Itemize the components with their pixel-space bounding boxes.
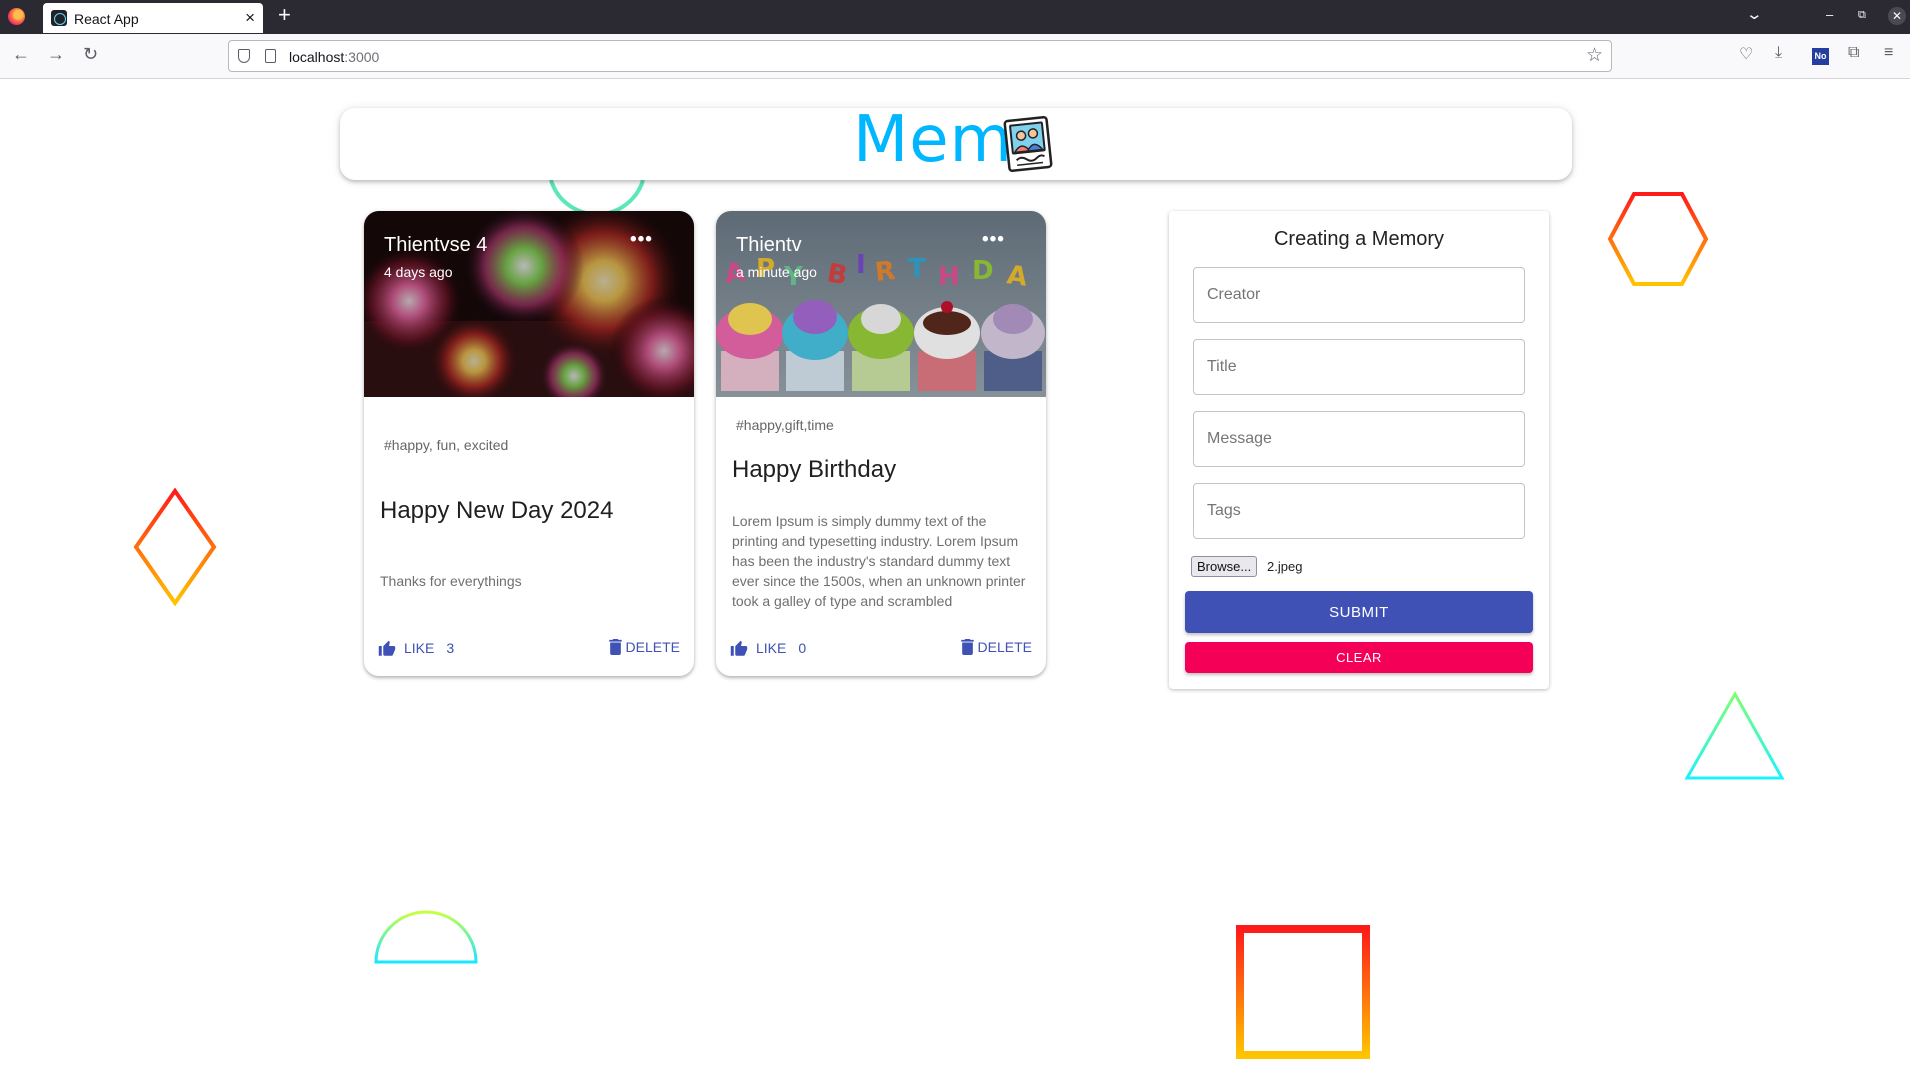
post-time: 4 days ago <box>384 264 453 280</box>
message-input[interactable] <box>1193 411 1525 467</box>
post-card: Thientvse 4 4 days ago ••• #happy, fun, … <box>364 211 694 676</box>
browser-nav-bar: ← → ↻ localhost:3000 ☆ ♡ ⤓ No ⧉ ≡ <box>0 34 1910 79</box>
square-decoration <box>1236 925 1370 1059</box>
like-count: 0 <box>798 639 807 656</box>
more-options-icon[interactable]: ••• <box>630 229 653 251</box>
bookmark-star-icon[interactable]: ☆ <box>1586 44 1603 67</box>
thumb-up-icon <box>730 640 748 656</box>
post-title: Happy Birthday <box>732 456 897 483</box>
post-message: Thanks for everythings <box>380 573 522 589</box>
thumb-up-icon <box>378 640 396 656</box>
post-creator: Thientvse 4 <box>384 234 488 256</box>
url-text[interactable]: localhost:3000 <box>289 49 379 65</box>
selected-file-name: 2.jpeg <box>1267 559 1303 574</box>
post-tags: #happy, fun, excited <box>384 437 509 453</box>
back-arrow-icon[interactable]: ← <box>12 44 30 65</box>
submit-button[interactable]: SUBMIT <box>1185 591 1533 633</box>
memories-photo-logo-icon <box>1003 115 1053 173</box>
extensions-puzzle-icon[interactable]: ⧉ <box>1848 44 1859 62</box>
like-label: LIKE <box>756 639 787 656</box>
clear-button[interactable]: CLEAR <box>1185 642 1533 673</box>
close-window-button[interactable]: ✕ <box>1888 7 1906 25</box>
post-card: A P Y B I R T H D A Thientv a minute ago… <box>716 211 1046 676</box>
hexagon-decoration <box>1607 192 1709 286</box>
menu-hamburger-icon[interactable]: ≡ <box>1884 44 1893 62</box>
post-title: Happy New Day 2024 <box>380 497 614 524</box>
like-label: LIKE <box>404 639 435 656</box>
delete-label: DELETE <box>977 639 1032 655</box>
downloads-icon[interactable]: ⤓ <box>1775 44 1782 62</box>
tags-input[interactable] <box>1193 483 1525 539</box>
post-creator: Thientv <box>736 234 802 256</box>
diamond-decoration <box>133 488 217 606</box>
react-favicon-icon <box>51 10 67 26</box>
firefox-logo-icon[interactable] <box>8 8 25 25</box>
triangle-decoration <box>1684 690 1785 780</box>
app-header: Mem <box>340 103 1572 180</box>
new-tab-button[interactable]: + <box>278 2 291 28</box>
half-circle-decoration <box>374 910 478 964</box>
tab-list-chevron-icon[interactable]: ⌄ <box>1745 5 1763 23</box>
tab-title: React App <box>74 11 139 27</box>
trash-icon <box>608 639 622 655</box>
creator-input[interactable] <box>1193 267 1525 323</box>
browser-tab[interactable]: React App × <box>43 3 263 33</box>
post-tags: #happy,gift,time <box>736 417 834 433</box>
browse-file-button[interactable]: Browse... <box>1191 556 1258 577</box>
title-input[interactable] <box>1193 339 1525 395</box>
post-image-fireworks: Thientvse 4 4 days ago ••• <box>364 211 694 397</box>
trash-icon <box>960 639 974 655</box>
delete-button[interactable]: DELETE <box>608 639 680 655</box>
extension-icon[interactable]: No <box>1812 48 1829 65</box>
post-message: Lorem Ipsum is simply dummy text of the … <box>732 513 1026 609</box>
restore-window-button[interactable]: ⧉ <box>1858 9 1866 22</box>
brand-title[interactable]: Mem <box>853 103 1013 177</box>
memory-form: Creating a Memory Browse... 2.jpeg SUBMI… <box>1169 211 1549 689</box>
forward-arrow-icon[interactable]: → <box>47 44 65 65</box>
post-time: a minute ago <box>736 264 817 280</box>
tracking-shield-icon[interactable] <box>238 49 250 63</box>
like-count: 3 <box>446 639 455 656</box>
pocket-icon[interactable]: ♡ <box>1739 44 1753 64</box>
close-tab-icon[interactable]: × <box>245 8 255 28</box>
like-button[interactable]: LIKE 0 <box>730 639 806 656</box>
form-heading: Creating a Memory <box>1273 228 1445 250</box>
delete-label: DELETE <box>625 639 680 655</box>
page-info-icon[interactable] <box>265 49 276 63</box>
browser-tab-bar: React App × + ⌄ – ⧉ ✕ <box>0 0 1910 34</box>
post-image-birthday-cupcakes: A P Y B I R T H D A Thientv a minute ago… <box>716 211 1046 397</box>
delete-button[interactable]: DELETE <box>960 639 1032 655</box>
url-bar[interactable]: localhost:3000 ☆ <box>228 40 1612 72</box>
reload-icon[interactable]: ↻ <box>83 44 98 65</box>
minimize-window-button[interactable]: – <box>1826 7 1833 22</box>
page-content: Mem Thientvse 4 4 days ago ••• #happy, f… <box>0 80 1910 1074</box>
more-options-icon[interactable]: ••• <box>982 229 1005 251</box>
like-button[interactable]: LIKE 3 <box>378 639 454 656</box>
